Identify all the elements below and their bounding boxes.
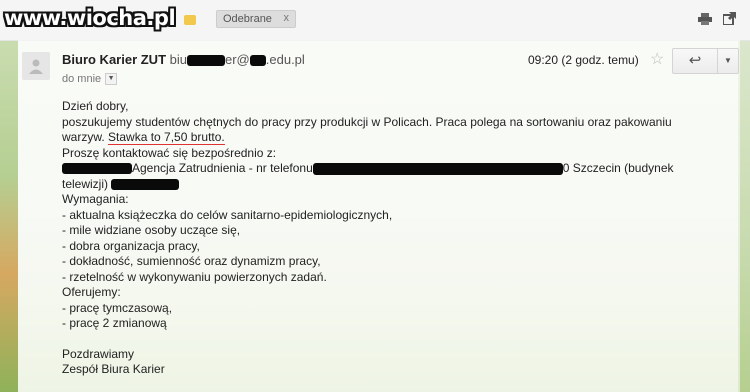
body-line: - pracę 2 zmianową bbox=[62, 316, 167, 330]
watermark-logo: www.wiocha.pl bbox=[4, 6, 176, 30]
body-line: Oferujemy: bbox=[62, 285, 121, 299]
recipient-label: do mnie bbox=[62, 73, 102, 85]
body-text: telewizji) bbox=[62, 176, 109, 191]
body-line: Dzień dobry, bbox=[62, 99, 129, 113]
new-window-icon[interactable] bbox=[722, 12, 736, 28]
label-chip-text: Odebrane bbox=[223, 13, 272, 25]
sender-name[interactable]: Biuro Karier ZUT bbox=[62, 52, 166, 67]
sender-email: biu er@ .edu.pl bbox=[170, 52, 305, 67]
more-actions-dropdown-button[interactable]: ▼ bbox=[717, 48, 739, 74]
body-line: warzyw. Stawka to 7,50 brutto. bbox=[62, 130, 722, 146]
person-icon bbox=[29, 59, 43, 74]
top-toolbar: www.wiocha.pl Odebrane x bbox=[0, 0, 750, 41]
body-text: Agencja Zatrudnienia - nr telefonu bbox=[132, 161, 313, 175]
body-line: - dokładność, sumienność oraz dynamizm p… bbox=[62, 254, 321, 268]
body-line: Proszę kontaktować się bezpośrednio z: bbox=[62, 145, 277, 160]
body-text: warzyw. bbox=[62, 130, 109, 144]
body-text: 0 Szczecin (budynek bbox=[562, 161, 674, 175]
print-icon[interactable] bbox=[698, 12, 712, 28]
body-line: Zespół Biura Karier bbox=[62, 362, 165, 376]
redaction-bar bbox=[111, 178, 180, 190]
body-line: telewizji) bbox=[62, 177, 722, 193]
message-body: Dzień dobry, poszukujemy studentów chętn… bbox=[62, 99, 722, 378]
body-line: - mile widziane osoby uczące się, bbox=[62, 223, 241, 237]
star-icon[interactable]: ☆ bbox=[650, 49, 664, 69]
sender-email-mid: er@ bbox=[225, 52, 250, 67]
recipient-line: do mnie ▼ bbox=[62, 73, 118, 86]
label-remove-icon[interactable]: x bbox=[284, 12, 290, 24]
body-line: - rzetelność w wykonywaniu powierzonych … bbox=[62, 269, 327, 284]
label-chip-inbox[interactable]: Odebrane x bbox=[216, 10, 296, 28]
sender-email-suffix: .edu.pl bbox=[265, 52, 305, 67]
sender-avatar bbox=[22, 52, 50, 80]
body-line: - aktualna książeczka do celów sanitarno… bbox=[62, 207, 393, 222]
message-time: 09:20 (2 godz. temu) bbox=[528, 53, 639, 67]
body-text-highlighted: Stawka to 7,50 brutto. bbox=[108, 130, 225, 145]
reply-button[interactable]: ↩ bbox=[672, 48, 718, 74]
body-line: Pozdrawiamy bbox=[62, 346, 135, 361]
recipient-details-dropdown-icon[interactable]: ▼ bbox=[105, 73, 118, 86]
redaction-bar bbox=[312, 162, 563, 175]
body-line: Agencja Zatrudnienia - nr telefonu 0 Szcz… bbox=[62, 161, 722, 177]
body-line: Wymagania: bbox=[62, 192, 129, 206]
body-line: - pracę tymczasową, bbox=[62, 300, 173, 315]
body-line: - dobra organizacja pracy, bbox=[62, 238, 200, 253]
body-line: poszukujemy studentów chętnych do pracy … bbox=[62, 114, 672, 129]
label-importance-icon bbox=[184, 15, 196, 25]
background-left-decoration bbox=[0, 0, 18, 392]
redaction-bar bbox=[187, 55, 225, 67]
redaction-bar bbox=[249, 55, 266, 67]
sender-line: Biuro Karier ZUT biu er@ .edu.pl bbox=[62, 52, 305, 67]
sender-email-prefix: biu bbox=[169, 52, 187, 67]
redaction-bar bbox=[62, 163, 132, 175]
